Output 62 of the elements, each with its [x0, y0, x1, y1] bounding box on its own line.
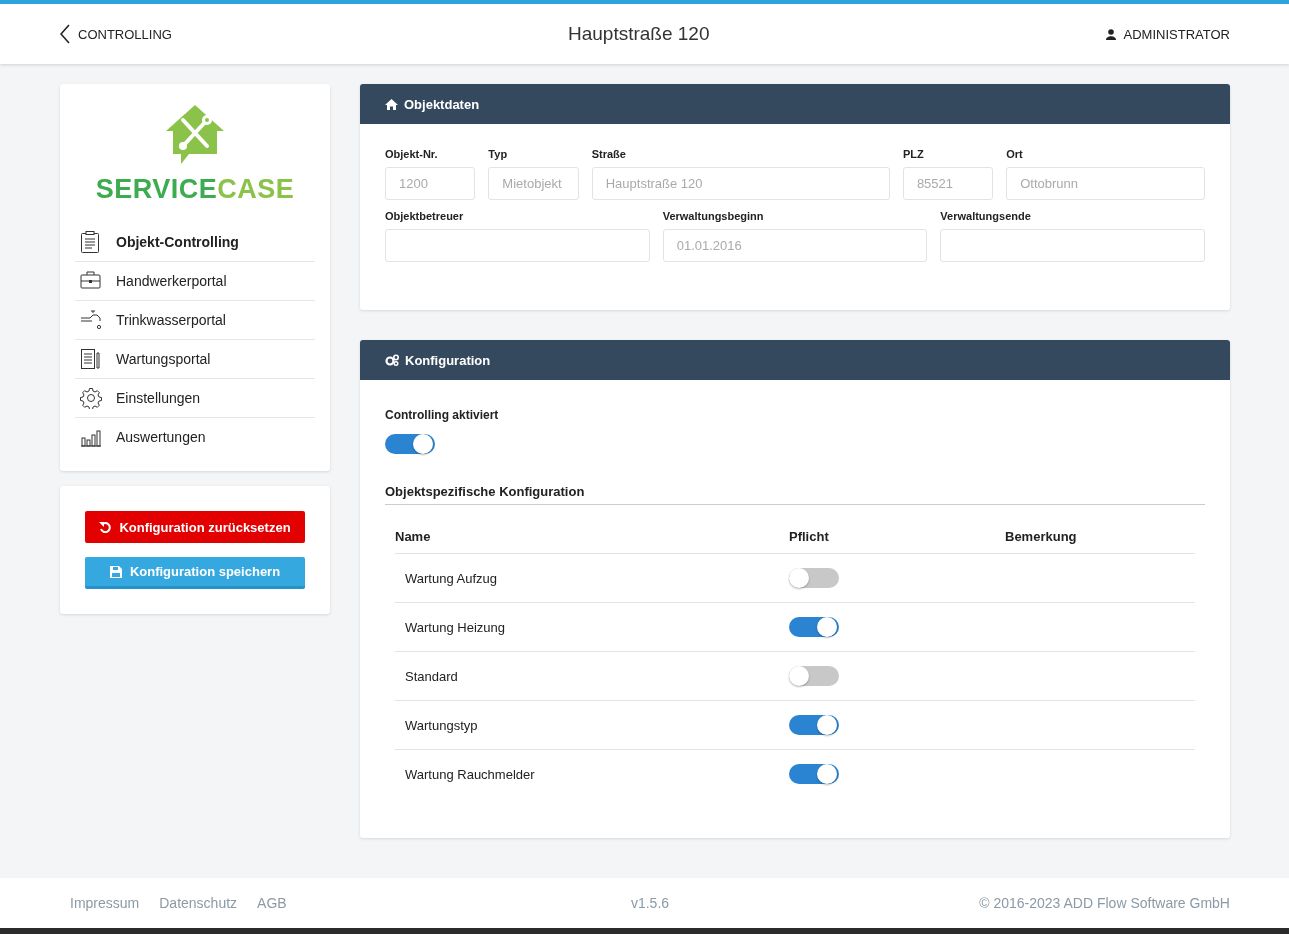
sidebar-item[interactable]: Einstellungen — [75, 379, 315, 418]
briefcase-icon — [80, 270, 102, 292]
faucet-icon — [80, 309, 102, 331]
field-label: Verwaltungsbeginn — [662, 210, 765, 222]
footer-link[interactable]: Datenschutz — [159, 895, 238, 911]
field-label: Objekt-Nr. — [385, 148, 439, 160]
input-field[interactable] — [940, 229, 1205, 262]
sidebar-item[interactable]: Handwerkerportal — [75, 262, 315, 301]
chevron-left-icon — [60, 24, 70, 44]
field-label: Objektbetreuer — [385, 210, 465, 222]
back-link[interactable]: CONTROLLING — [60, 24, 172, 44]
clipboard-icon — [80, 231, 102, 253]
input-field[interactable]: Mietobjekt — [488, 167, 579, 200]
field-label: Straße — [591, 148, 627, 160]
user-icon — [1105, 28, 1116, 40]
toggle-switch[interactable] — [789, 764, 839, 784]
input-field[interactable]: 85521 — [902, 167, 994, 200]
user-menu[interactable]: ADMINISTRATOR — [1105, 26, 1230, 42]
document-icon — [80, 348, 102, 370]
page-title: Hauptstraße 120 — [567, 23, 710, 45]
gears-icon — [385, 354, 399, 366]
input-field[interactable]: Hauptstraße 120 — [591, 167, 890, 200]
input-field[interactable] — [385, 229, 650, 262]
toggle-label: Controlling aktiviert — [385, 408, 500, 422]
field-label: Typ — [488, 148, 509, 160]
input-field[interactable]: 01.01.2016 — [662, 229, 928, 262]
column-header: Bemerkung — [1005, 528, 1078, 544]
house-tools-icon — [165, 104, 225, 166]
section-title: Objektspezifische Konfiguration — [385, 484, 1205, 505]
toggle-switch[interactable] — [385, 434, 435, 454]
table-cell-text: Standard — [404, 668, 459, 684]
table-cell-text: Wartung Rauchmelder — [404, 766, 536, 782]
toggle-switch[interactable] — [789, 568, 839, 588]
sidebar-item[interactable]: Auswertungen — [75, 418, 315, 456]
footer-link[interactable]: AGB — [257, 895, 287, 911]
table-cell-text: Wartung Aufzug — [404, 570, 498, 586]
home-icon — [385, 98, 398, 110]
toggle-switch[interactable] — [789, 715, 839, 735]
save-button[interactable]: Konfiguration speichern — [85, 557, 305, 589]
panel-header: Objektdaten — [360, 84, 1230, 124]
field-label: Ort — [1006, 148, 1024, 160]
copyright-text: © 2016-2023 ADD Flow Software GmbH — [978, 895, 1230, 911]
field-label: PLZ — [902, 148, 925, 160]
sidebar-item[interactable]: Trinkwasserportal — [75, 301, 315, 340]
table-cell-text: Wartung Heizung — [404, 619, 506, 635]
reset-button[interactable]: Konfiguration zurücksetzen — [85, 511, 305, 543]
logo-wordmark: SERVICECASE — [95, 174, 295, 205]
sidebar-item[interactable]: Wartungsportal — [75, 340, 315, 379]
toggle-switch[interactable] — [789, 666, 839, 686]
panel-header: Konfiguration — [360, 340, 1230, 380]
version-text: v1.5.6 — [630, 895, 670, 911]
input-field[interactable]: Ottobrunn — [1006, 167, 1206, 200]
gear-icon — [80, 387, 102, 409]
sidebar-item[interactable]: Objekt-Controlling — [75, 223, 315, 262]
table-cell-text: Wartungstyp — [404, 717, 479, 733]
column-header: Pflicht — [789, 528, 830, 544]
input-field[interactable]: 1200 — [385, 167, 476, 200]
undo-icon — [99, 521, 112, 533]
toggle-switch[interactable] — [789, 617, 839, 637]
field-label: Verwaltungsende — [940, 210, 1032, 222]
column-header: Name — [395, 528, 432, 544]
footer-link[interactable]: Impressum — [70, 895, 140, 911]
